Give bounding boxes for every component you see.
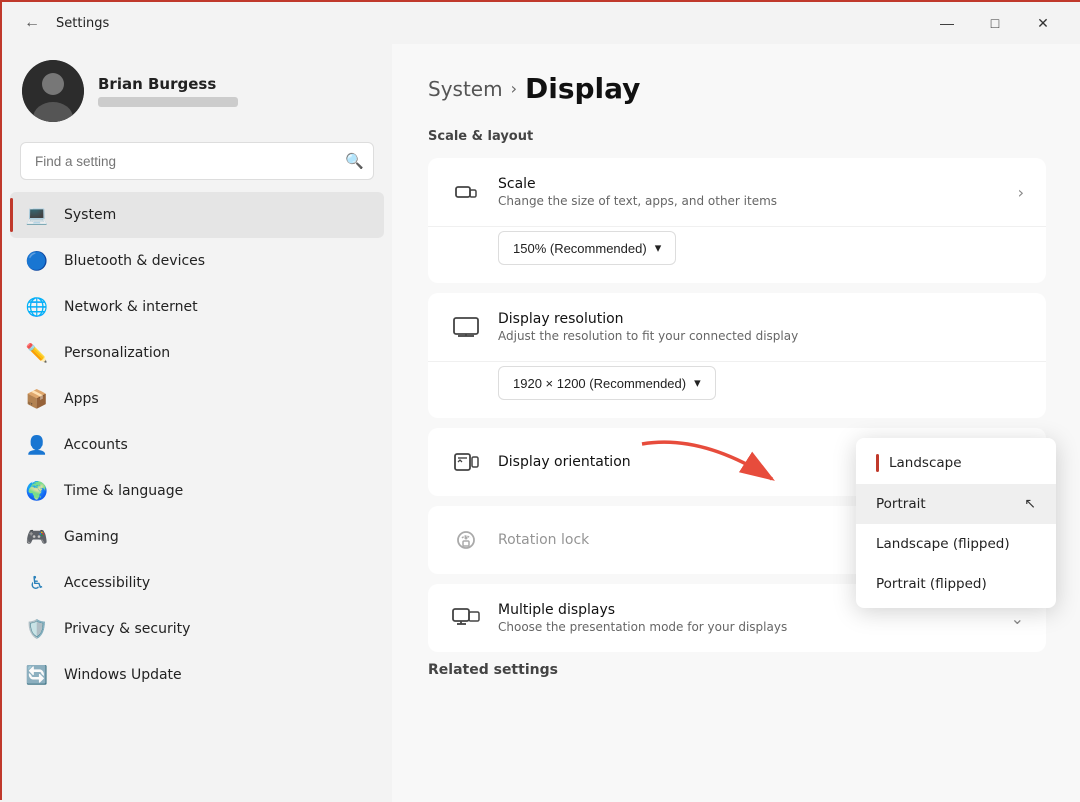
multiple-displays-chevron-icon: ⌄ [1011,609,1024,628]
breadcrumb-chevron-icon: › [511,79,517,98]
arrow-annotation [622,424,842,524]
landscape-option-label: Landscape [889,455,962,471]
resolution-row: Display resolution Adjust the resolution… [428,293,1046,362]
network-icon: 🌐 [24,294,50,320]
scale-text: Scale Change the size of text, apps, and… [498,176,1002,208]
time-icon: 🌍 [24,478,50,504]
sidebar-item-label: Privacy & security [64,621,190,637]
sidebar-item-label: Accounts [64,437,128,453]
sidebar-item-privacy[interactable]: 🛡️ Privacy & security [10,606,384,652]
portrait-option-label: Portrait [876,496,926,512]
multiple-displays-desc: Choose the presentation mode for your di… [498,620,995,634]
orientation-option-landscape-flipped[interactable]: Landscape (flipped) [856,524,1056,564]
breadcrumb-current: Display [525,72,640,105]
personalization-icon: ✏️ [24,340,50,366]
scale-value: 150% (Recommended) [513,241,647,256]
system-icon: 💻 [24,202,50,228]
maximize-button[interactable]: □ [972,7,1018,39]
scale-chevron-icon: › [1018,183,1024,202]
sidebar-item-update[interactable]: 🔄 Windows Update [10,652,384,698]
back-button[interactable]: ← [18,9,46,37]
sidebar-item-personalization[interactable]: ✏️ Personalization [10,330,384,376]
user-name: Brian Burgess [98,75,238,93]
user-email-placeholder [98,97,238,107]
search-icon: 🔍 [345,152,364,170]
sidebar-item-label: Windows Update [64,667,182,683]
resolution-text: Display resolution Adjust the resolution… [498,311,1024,343]
sidebar-item-network[interactable]: 🌐 Network & internet [10,284,384,330]
sidebar-item-label: Accessibility [64,575,150,591]
sidebar-item-accessibility[interactable]: ♿ Accessibility [10,560,384,606]
sidebar: Brian Burgess 🔍 💻 System 🔵 Bluetooth & d… [2,44,392,802]
scale-dropdown-row: 150% (Recommended) ▾ [428,227,1046,283]
related-settings-label: Related settings [428,662,1046,678]
sidebar-item-time[interactable]: 🌍 Time & language [10,468,384,514]
orientation-dropdown-menu: Landscape Portrait ↖ Landscape (flipped)… [856,438,1056,608]
sidebar-item-label: Apps [64,391,99,407]
avatar [22,60,84,122]
orientation-option-portrait[interactable]: Portrait ↖ [856,484,1056,524]
user-info: Brian Burgess [98,75,238,107]
resolution-icon [450,311,482,343]
sidebar-item-gaming[interactable]: 🎮 Gaming [10,514,384,560]
sidebar-item-label: Personalization [64,345,170,361]
scale-dropdown-chevron-icon: ▾ [655,240,662,256]
resolution-desc: Adjust the resolution to fit your connec… [498,329,1024,343]
privacy-icon: 🛡️ [24,616,50,642]
search-input[interactable] [20,142,374,180]
scale-action: › [1018,183,1024,202]
rotation-lock-icon [450,524,482,556]
section-label: Scale & layout [428,129,1046,144]
orientation-option-landscape[interactable]: Landscape [856,442,1056,484]
sidebar-item-system[interactable]: 💻 System [10,192,384,238]
sidebar-item-bluetooth[interactable]: 🔵 Bluetooth & devices [10,238,384,284]
landscape-flipped-option-label: Landscape (flipped) [876,536,1010,552]
scale-title: Scale [498,176,1002,192]
orientation-icon [450,446,482,478]
sidebar-item-apps[interactable]: 📦 Apps [10,376,384,422]
resolution-dropdown-button[interactable]: 1920 × 1200 (Recommended) ▾ [498,366,716,400]
resolution-dropdown-chevron-icon: ▾ [694,375,701,391]
search-box: 🔍 [20,142,374,180]
minimize-button[interactable]: — [924,7,970,39]
scale-dropdown-button[interactable]: 150% (Recommended) ▾ [498,231,676,265]
accounts-icon: 👤 [24,432,50,458]
portrait-flipped-option-label: Portrait (flipped) [876,576,987,592]
accessibility-icon: ♿ [24,570,50,596]
selected-indicator [876,454,879,472]
app-title: Settings [56,16,109,31]
sidebar-item-label: Bluetooth & devices [64,253,205,269]
sidebar-item-label: Gaming [64,529,119,545]
user-section: Brian Burgess [2,44,392,142]
scale-desc: Change the size of text, apps, and other… [498,194,1002,208]
sidebar-item-label: Network & internet [64,299,198,315]
settings-window: ← Settings — □ ✕ Brian Bu [2,2,1080,802]
gaming-icon: 🎮 [24,524,50,550]
orientation-option-portrait-flipped[interactable]: Portrait (flipped) [856,564,1056,604]
sidebar-item-accounts[interactable]: 👤 Accounts [10,422,384,468]
update-icon: 🔄 [24,662,50,688]
close-button[interactable]: ✕ [1020,7,1066,39]
cursor-icon: ↖ [1024,496,1036,512]
nav-list: 💻 System 🔵 Bluetooth & devices 🌐 Network… [2,192,392,698]
main-content: System › Display Scale & layout Scale [392,44,1080,802]
apps-icon: 📦 [24,386,50,412]
breadcrumb-parent: System [428,77,503,101]
bluetooth-icon: 🔵 [24,248,50,274]
sidebar-item-label: System [64,207,116,223]
sidebar-item-label: Time & language [64,483,183,499]
resolution-dropdown-row: 1920 × 1200 (Recommended) ▾ [428,362,1046,418]
scale-card: Scale Change the size of text, apps, and… [428,158,1046,283]
resolution-title: Display resolution [498,311,1024,327]
multiple-displays-icon [450,602,482,634]
scale-row: Scale Change the size of text, apps, and… [428,158,1046,227]
resolution-value: 1920 × 1200 (Recommended) [513,376,686,391]
resolution-card: Display resolution Adjust the resolution… [428,293,1046,418]
scale-icon [450,176,482,208]
title-bar: ← Settings — □ ✕ [2,2,1080,44]
breadcrumb: System › Display [428,72,1046,105]
